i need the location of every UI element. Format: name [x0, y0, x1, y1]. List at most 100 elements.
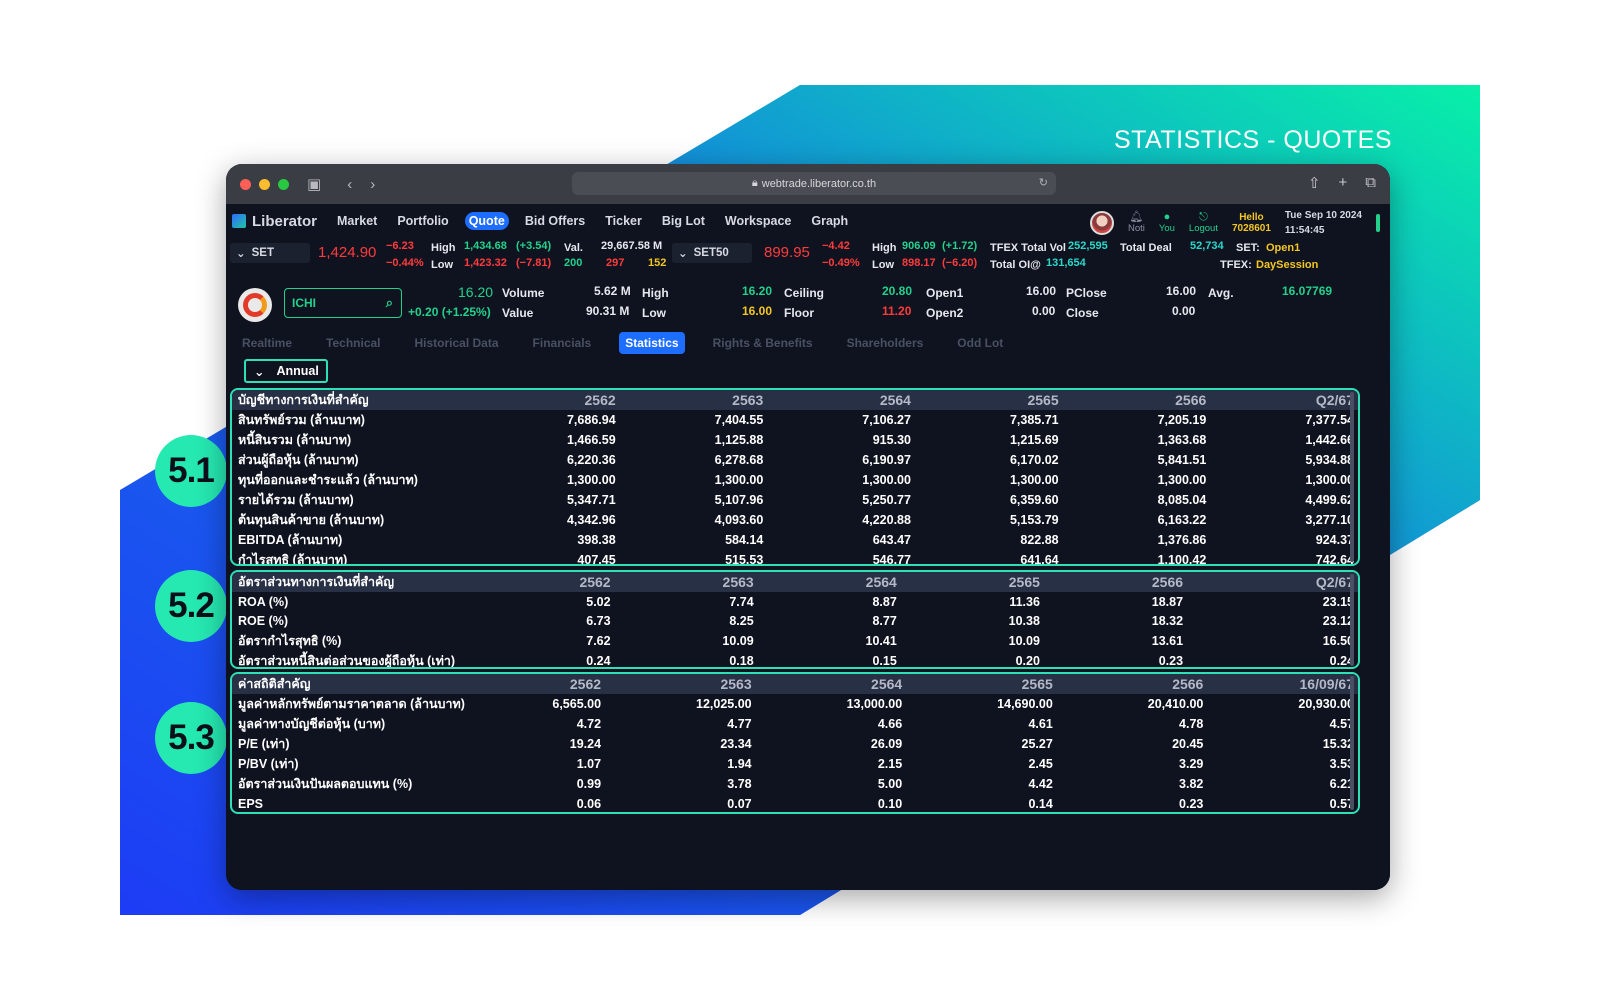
close-window-button[interactable] [240, 178, 251, 190]
table-row: มูลค่าหลักทรัพย์ตามราคาตลาด (ล้านบาท) 6,5… [232, 694, 1358, 714]
column-header: 2566 [1172, 676, 1204, 692]
table-row: ส่วนผู้ถือหุ้น (ล้านบาท) 6,220.36 6,278.68… [232, 450, 1358, 470]
profile-button[interactable]: ● You [1159, 212, 1175, 235]
table-cell: 1.94 [727, 757, 752, 771]
hello-label: Hello [1239, 212, 1264, 223]
table-cell: 10.09 [1008, 634, 1040, 648]
row-label: ทุนที่ออกและชำระแล้ว (ล้านบาท) [238, 473, 418, 487]
scrollbar[interactable] [1350, 676, 1354, 810]
column-header: 2565 [1008, 574, 1040, 590]
tab-rights-benefits[interactable]: Rights & Benefits [707, 332, 819, 354]
table-cell: 0.23 [1179, 796, 1204, 811]
table-cell: 4.72 [576, 717, 602, 731]
sidebar-icon[interactable]: ▣ [307, 175, 321, 193]
browser-toolbar-right: ⇧ + ⧉ [1308, 174, 1376, 192]
set-index-selector[interactable]: ⌄ SET [230, 243, 310, 263]
set-up-count: 200 [564, 257, 583, 269]
nav-item-workspace[interactable]: Workspace [721, 212, 795, 230]
new-tab-icon[interactable]: + [1339, 174, 1348, 192]
tfex-status-label: TFEX: [1220, 259, 1252, 271]
total-oi-value: 131,654 [1046, 257, 1086, 269]
tab-financials[interactable]: Financials [527, 332, 598, 354]
set-status-label: SET: [1236, 242, 1260, 254]
date-text: Tue Sep 10 2024 [1284, 210, 1362, 221]
tab-technical[interactable]: Technical [320, 332, 386, 354]
forward-icon[interactable]: › [370, 176, 375, 193]
table-cell: 4.61 [1028, 717, 1053, 731]
minimize-window-button[interactable] [259, 178, 270, 190]
table-cell: 643.47 [872, 533, 911, 547]
symbol-search-input[interactable]: ICHI ⌕ [284, 288, 402, 318]
column-header: 2562 [584, 392, 616, 408]
nav-item-bid-offers[interactable]: Bid Offers [521, 212, 589, 230]
set-low-change: (−7.81) [516, 257, 552, 269]
table-cell: 16.50 [1322, 634, 1354, 648]
table-cell: 23.15 [1322, 594, 1354, 609]
row-label: มูลค่าหลักทรัพย์ตามราคาตลาด (ล้านบาท) [238, 697, 465, 711]
row-label: P/E (เท่า) [238, 737, 290, 751]
table-cell: 0.10 [877, 796, 903, 811]
value-value: 90.31 M [586, 304, 630, 318]
back-icon[interactable]: ‹ [347, 176, 352, 193]
logout-button[interactable]: ⎋ Logout [1189, 212, 1218, 235]
nav-item-ticker[interactable]: Ticker [601, 212, 646, 230]
table-cell: 1,442.66 [1305, 433, 1354, 447]
row-label: อัตราส่วนเงินปันผลตอบแทน (%) [238, 777, 413, 791]
table-cell: 4.66 [877, 717, 903, 731]
nav-item-portfolio[interactable]: Portfolio [393, 212, 452, 230]
set-index-change: −6.23 [386, 240, 414, 252]
nav-item-big-lot[interactable]: Big Lot [658, 212, 709, 230]
table-cell: 7,205.19 [1157, 413, 1207, 427]
nav-item-graph[interactable]: Graph [807, 212, 852, 230]
high-label: High [642, 286, 669, 300]
tab-statistics[interactable]: Statistics [619, 332, 685, 354]
tab-historical-data[interactable]: Historical Data [409, 332, 505, 354]
table-cell: 1,300.00 [714, 473, 764, 487]
table-cell: 4,093.60 [714, 513, 764, 527]
reload-icon[interactable]: ↻ [1039, 176, 1048, 189]
set50-high-change: (+1.72) [942, 240, 978, 252]
scrollbar[interactable] [1350, 392, 1354, 562]
column-header: 2563 [720, 676, 752, 692]
bell-icon: 🔔︎ [1129, 211, 1144, 223]
tab-realtime[interactable]: Realtime [236, 332, 298, 354]
address-bar[interactable]: 🔒︎ webtrade.liberator.co.th ↻ [572, 172, 1056, 195]
avatar[interactable] [1089, 211, 1114, 235]
tab-odd-lot[interactable]: Odd Lot [951, 332, 1009, 354]
set-status-value: Open1 [1266, 242, 1301, 254]
table-cell: 19.24 [569, 737, 602, 751]
nav-item-market[interactable]: Market [333, 212, 381, 230]
table-cell: 0.20 [1015, 654, 1040, 668]
datetime: Tue Sep 10 2024 11:54:45 [1285, 208, 1362, 238]
period-dropdown[interactable]: ⌄ Annual [244, 359, 328, 383]
row-label: สินทรัพย์รวม (ล้านบาท) [238, 413, 365, 427]
scrollbar[interactable] [1350, 574, 1354, 666]
table-cell: 7,686.94 [566, 413, 616, 427]
table-cell: 4.42 [1028, 777, 1053, 791]
set-high-label: High [431, 242, 456, 254]
row-label: อัตราส่วนหนี้สินต่อส่วนของผู้ถือหุ้น (เท… [238, 654, 455, 668]
tabs-icon[interactable]: ⧉ [1365, 174, 1376, 192]
row-label: รายได้รวม (ล้านบาท) [238, 493, 354, 507]
search-icon[interactable]: ⌕ [386, 295, 393, 311]
volume-label: Volume [502, 286, 545, 300]
tab-shareholders[interactable]: Shareholders [841, 332, 930, 354]
maximize-window-button[interactable] [278, 178, 289, 190]
url-text: webtrade.liberator.co.th [761, 177, 877, 190]
notifications-button[interactable]: 🔔︎ Noti [1128, 211, 1145, 235]
table-cell: 6,278.68 [714, 453, 764, 467]
column-header: 2562 [579, 574, 611, 590]
share-icon[interactable]: ⇧ [1308, 174, 1321, 192]
set50-index-name: SET50 [693, 247, 729, 259]
set50-index-selector[interactable]: ⌄ SET50 [672, 243, 752, 263]
table-cell: 20.45 [1172, 737, 1204, 751]
table-cell: 4,499.62 [1305, 493, 1354, 507]
row-label: ROA (%) [238, 594, 289, 609]
table-row: อัตรากำไรสุทธิ (%) 7.62 10.09 10.41 10.09 13.… [232, 631, 1358, 651]
table-cell: 6,220.36 [566, 453, 616, 467]
row-label: ROE (%) [238, 614, 288, 629]
nav-item-quote[interactable]: Quote [464, 212, 509, 230]
table-cell: 26.09 [870, 737, 903, 751]
table-row: ทุนที่ออกและชำระแล้ว (ล้านบาท) 1,300.00 1,… [232, 470, 1358, 490]
app-logo[interactable]: Liberator [232, 213, 317, 230]
